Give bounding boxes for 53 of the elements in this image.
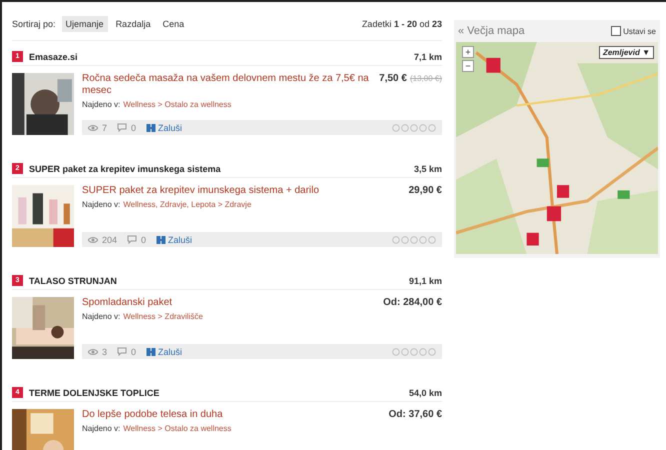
- sort-option[interactable]: Ujemanje: [62, 16, 108, 32]
- sort-option[interactable]: Razdalja: [112, 16, 155, 32]
- sort-option[interactable]: Cena: [158, 16, 188, 32]
- view-count: 204: [102, 234, 118, 244]
- offer-link[interactable]: Do lepše podobe telesa in duha: [82, 409, 379, 421]
- offer-link[interactable]: Spomladanski paket: [82, 297, 374, 309]
- save-link[interactable]: Zaluši: [156, 234, 192, 244]
- price: Od: 37,60 €: [388, 409, 442, 420]
- binoculars-icon: [156, 234, 166, 244]
- category-link[interactable]: Wellness > Zdravilišče: [123, 312, 203, 321]
- view-count: 7: [102, 122, 108, 132]
- view-count: 3: [102, 346, 108, 356]
- save-link[interactable]: Zaluši: [146, 346, 182, 356]
- category-link[interactable]: Wellness, Zdravje, Lepota > Zdravje: [123, 200, 252, 209]
- map-type-dropdown[interactable]: Zemljevid ▼: [598, 46, 654, 59]
- category-link[interactable]: Wellness > Ostalo za wellness: [123, 100, 232, 109]
- distance: 54,0 km: [408, 388, 442, 398]
- comment-icon: [117, 123, 128, 132]
- binoculars-icon: [146, 122, 156, 132]
- comment-icon: [127, 235, 138, 244]
- category-link[interactable]: Wellness > Ostalo za wellness: [123, 424, 232, 433]
- zoom-in-button[interactable]: +: [462, 46, 474, 58]
- listing-title[interactable]: SUPER paket za krepitev imunskega sistema: [29, 164, 221, 174]
- results-count: Zadetki 1 - 20 od 23: [362, 19, 442, 29]
- found-label: Najdeno v:: [82, 312, 120, 321]
- listing-title[interactable]: TERME DOLENJSKE TOPLICE: [29, 388, 160, 398]
- sort-label: Sortiraj po:: [12, 19, 56, 29]
- comment-icon: [117, 347, 128, 356]
- comment-count: 0: [131, 122, 136, 132]
- distance: 7,1 km: [414, 52, 442, 62]
- price: 29,90 €: [408, 185, 442, 196]
- save-link[interactable]: Zaluši: [146, 122, 182, 132]
- comment-count: 0: [131, 346, 136, 356]
- found-label: Najdeno v:: [82, 100, 120, 109]
- zoom-out-button[interactable]: −: [462, 60, 474, 72]
- eye-icon: [88, 348, 98, 356]
- listing-title[interactable]: Emasaze.si: [29, 52, 78, 62]
- listing-title[interactable]: TALASO STRUNJAN: [29, 276, 117, 286]
- comment-count: 0: [141, 234, 146, 244]
- price: Od: 284,00 €: [383, 297, 442, 308]
- eye-icon: [88, 124, 98, 132]
- offer-link[interactable]: SUPER paket za krepitev imunskega sistema + darilo: [82, 185, 399, 197]
- stop-checkbox[interactable]: Ustavi se: [611, 26, 656, 36]
- larger-map-link[interactable]: « Večja mapa: [458, 25, 525, 37]
- price: 7,50 €: [379, 73, 407, 84]
- found-label: Najdeno v:: [82, 424, 120, 433]
- eye-icon: [88, 236, 98, 244]
- binoculars-icon: [146, 346, 156, 356]
- offer-link[interactable]: Ročna sedeča masaža na vašem delovnem mestu že za 7,5€ na mesec: [82, 73, 370, 97]
- old-price: (13,00 €): [410, 74, 442, 83]
- distance: 91,1 km: [408, 276, 442, 286]
- found-label: Najdeno v:: [82, 200, 120, 209]
- distance: 3,5 km: [414, 164, 442, 174]
